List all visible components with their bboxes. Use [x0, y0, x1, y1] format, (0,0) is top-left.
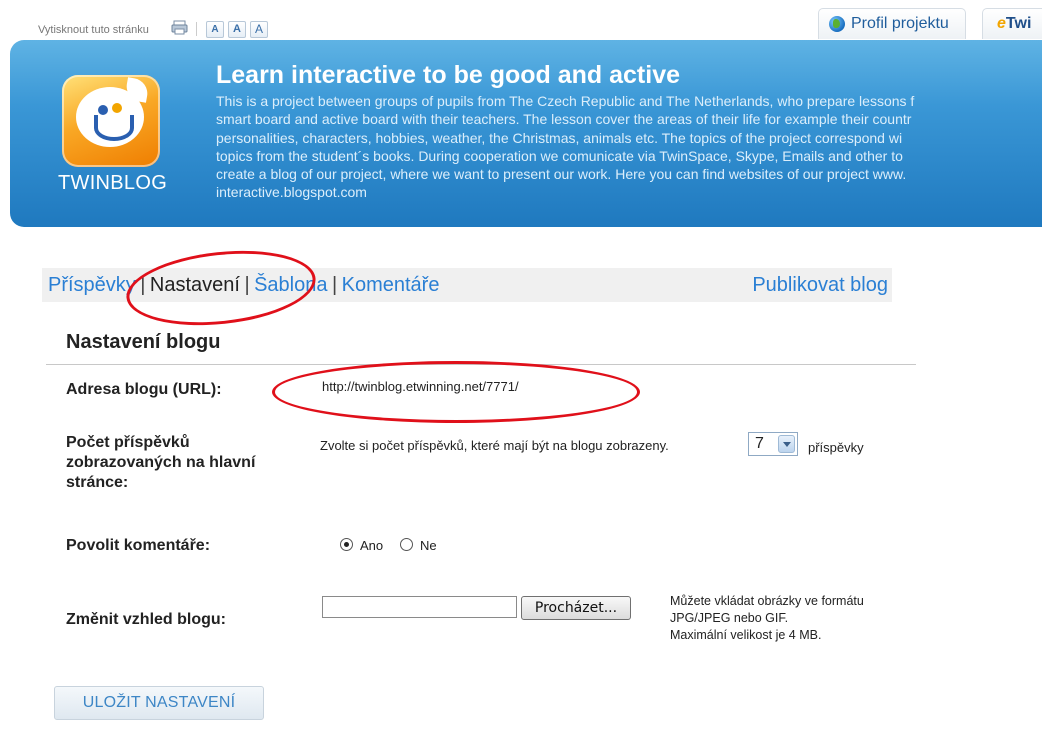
blog-url-label: Adresa blogu (URL):	[66, 381, 222, 398]
logo-figure-orange	[112, 103, 122, 113]
nav-separator: |	[140, 274, 146, 296]
printer-icon[interactable]	[171, 20, 188, 35]
nav-settings-current: Nastavení	[149, 274, 240, 296]
section-divider	[46, 364, 916, 365]
post-count-hint: Zvolte si počet příspěvků, které mají bý…	[320, 438, 669, 453]
blog-url-value: http://twinblog.etwinning.net/7771/	[322, 379, 519, 394]
toolbar-divider	[196, 22, 197, 36]
browse-button[interactable]: Procházet...	[521, 596, 631, 620]
nav-posts-link[interactable]: Příspěvky	[48, 274, 136, 296]
banner-description: This is a project between groups of pupi…	[216, 93, 915, 201]
nav-separator: |	[244, 274, 250, 296]
speech-bubble-icon	[76, 87, 144, 147]
comments-no-radio[interactable]	[400, 538, 413, 551]
logo-text: TWINBLOG	[58, 172, 168, 194]
post-count-select[interactable]: 7	[748, 432, 798, 456]
tab-project-profile[interactable]: Profil projektu	[818, 8, 966, 39]
blog-nav-bar: Příspěvky | Nastavení | Šablona | Koment…	[42, 268, 892, 302]
post-count-selected-value: 7	[755, 435, 764, 452]
publish-blog-link[interactable]: Publikovat blog	[752, 268, 888, 302]
font-size-small-button[interactable]: A	[206, 21, 224, 38]
save-settings-button[interactable]: ULOŽIT NASTAVENÍ	[54, 686, 264, 720]
font-size-large-button[interactable]: A	[250, 21, 268, 38]
tab-etwinning-label: eTwi	[997, 9, 1031, 39]
file-format-hint: Můžete vkládat obrázky ve formátu JPG/JP…	[670, 594, 864, 642]
file-path-input[interactable]	[322, 596, 517, 618]
tab-etwinning-prefix: e	[997, 15, 1006, 32]
nav-comments-link[interactable]: Komentáře	[342, 274, 440, 296]
globe-icon	[829, 16, 845, 32]
font-size-medium-button[interactable]: A	[228, 21, 246, 38]
chevron-down-icon[interactable]	[778, 435, 795, 453]
banner-title: Learn interactive to be good and active	[216, 61, 681, 89]
nav-separator: |	[331, 274, 338, 296]
tab-etwinning[interactable]: eTwi	[982, 8, 1042, 39]
logo-figure-blue	[98, 105, 108, 115]
post-count-label: Počet příspěvků zobrazovaných na hlavní …	[66, 434, 256, 491]
twinblog-logo	[62, 75, 160, 167]
comments-no-label[interactable]: Ne	[420, 538, 437, 553]
section-title: Nastavení blogu	[66, 331, 221, 353]
allow-comments-label: Povolit komentáře:	[66, 537, 211, 554]
tab-project-profile-label: Profil projektu	[851, 15, 949, 32]
post-count-suffix: příspěvky	[808, 440, 864, 455]
nav-template-link[interactable]: Šablona	[254, 274, 327, 296]
comments-yes-radio[interactable]	[340, 538, 353, 551]
comments-yes-label[interactable]: Ano	[360, 538, 383, 553]
tab-etwinning-text: Twi	[1005, 15, 1032, 32]
print-page-link[interactable]: Vytisknout tuto stránku	[38, 24, 149, 36]
logo-swirl	[94, 115, 134, 141]
change-appearance-label: Změnit vzhled blogu:	[66, 611, 226, 628]
